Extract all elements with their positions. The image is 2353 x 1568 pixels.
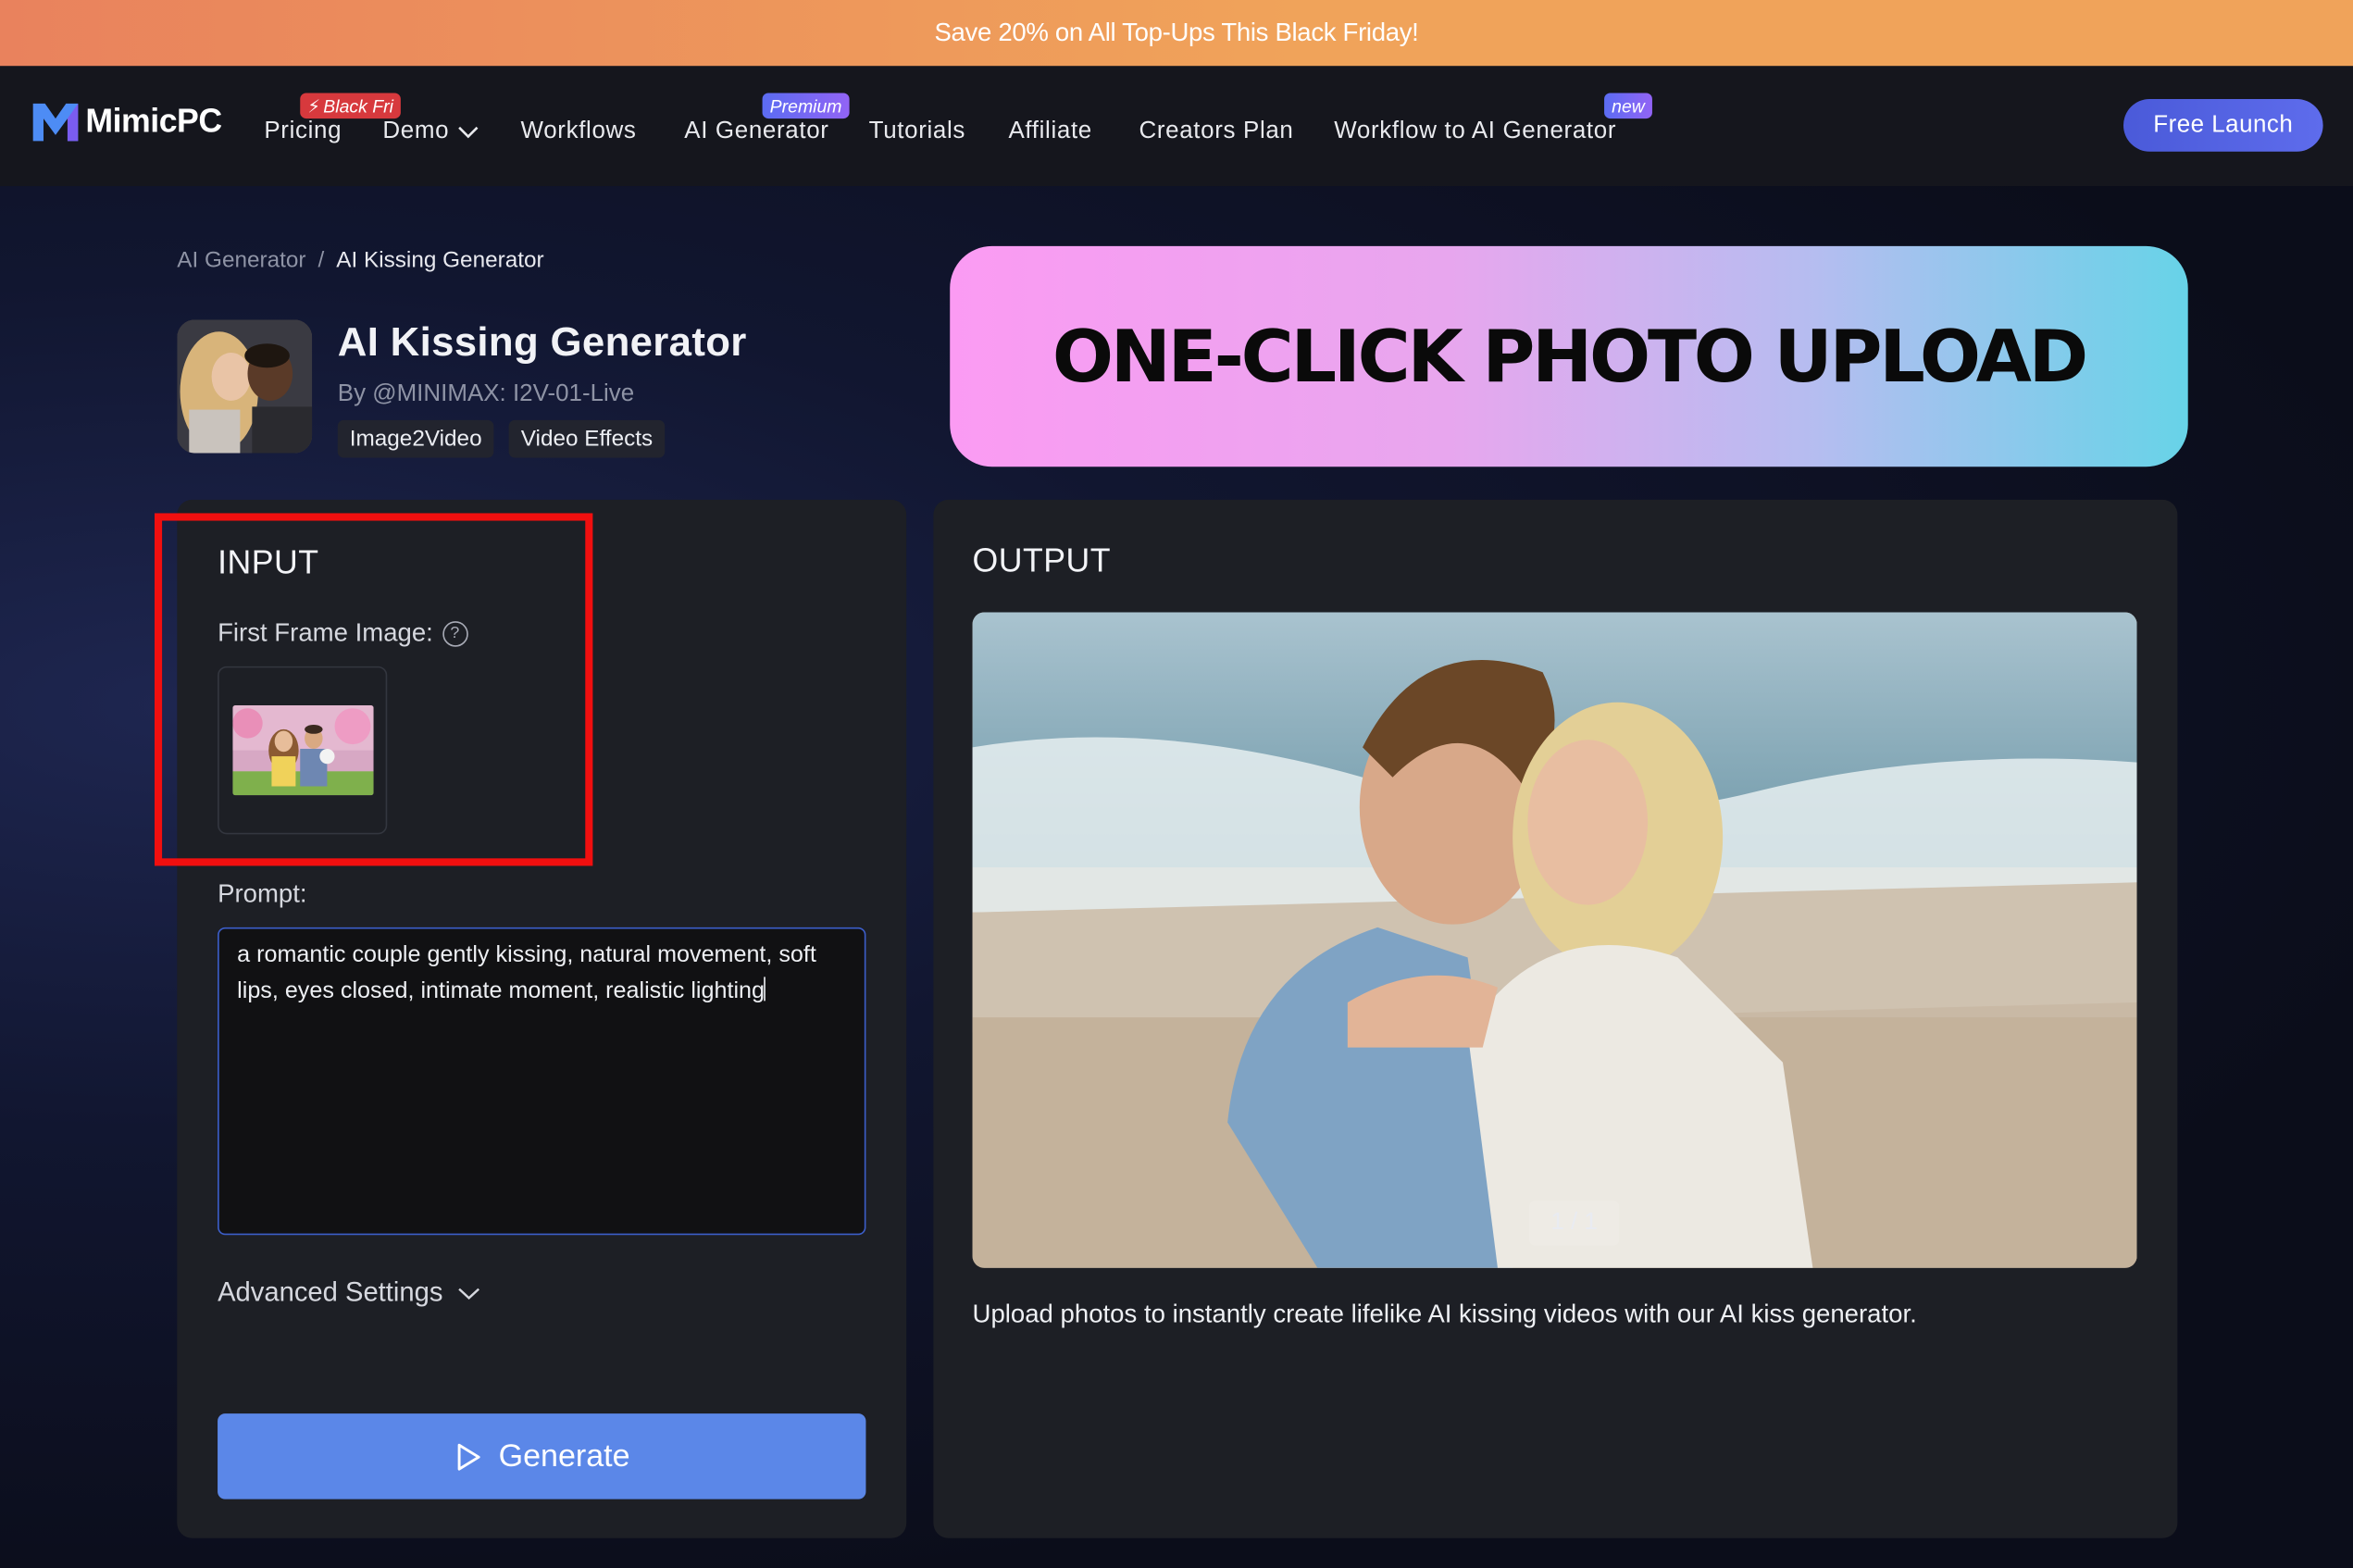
tag-list: Image2Video Video Effects — [337, 419, 666, 458]
hero-text: ONE-CLICK PHOTO UPLOAD — [1052, 314, 2088, 399]
output-title: OUTPUT — [972, 541, 1112, 579]
output-panel: OUTPUT 1 / 1 Upload photos to instantly … — [933, 499, 2178, 1538]
nav-pricing[interactable]: Pricing — [264, 118, 342, 145]
free-launch-button[interactable]: Free Launch — [2123, 98, 2323, 152]
nav-creators-plan[interactable]: Creators Plan — [1139, 118, 1293, 145]
top-nav: MimicPC ⚡ Black Fri Pricing Demo Workflow… — [0, 66, 2353, 187]
black-friday-badge: ⚡ Black Fri — [300, 93, 402, 119]
prompt-input[interactable]: a romantic couple gently kissing, natura… — [218, 927, 866, 1236]
breadcrumb-separator: / — [317, 247, 325, 274]
nav-workflows[interactable]: Workflows — [521, 118, 637, 145]
lightning-icon: ⚡ — [307, 94, 321, 117]
promo-text: Save 20% on All Top-Ups This Black Frida… — [934, 18, 1419, 47]
nav-workflow-to-ai-generator[interactable]: Workflow to AI Generator — [1334, 118, 1616, 145]
promo-banner[interactable]: Save 20% on All Top-Ups This Black Frida… — [0, 0, 2353, 67]
new-badge: new — [1604, 93, 1652, 119]
nav-ai-generator[interactable]: AI Generator — [684, 118, 828, 145]
nav-affiliate[interactable]: Affiliate — [1008, 118, 1091, 145]
breadcrumb-ai-generator[interactable]: AI Generator — [177, 247, 305, 273]
tag-image2video[interactable]: Image2Video — [337, 419, 494, 458]
highlight-box — [154, 513, 593, 866]
advanced-settings-toggle[interactable]: Advanced Settings — [218, 1277, 480, 1309]
breadcrumb-current: AI Kissing Generator — [336, 247, 544, 274]
generate-button[interactable]: Generate — [218, 1413, 866, 1500]
logo[interactable]: MimicPC — [30, 99, 222, 144]
mimicpc-logo-icon — [32, 103, 79, 142]
model-byline: By @MINIMAX: I2V-01-Live — [337, 380, 635, 407]
page-title: AI Kissing Generator — [337, 319, 747, 365]
tag-video-effects[interactable]: Video Effects — [508, 419, 666, 458]
premium-badge: Premium — [762, 93, 850, 119]
nav-tutorials[interactable]: Tutorials — [869, 118, 965, 145]
generator-thumbnail — [177, 319, 313, 454]
chevron-down-icon — [458, 1287, 480, 1300]
page: Save 20% on All Top-Ups This Black Frida… — [0, 0, 2353, 1568]
breadcrumb: AI Generator / AI Kissing Generator — [177, 247, 543, 273]
prompt-label: Prompt: — [218, 879, 307, 908]
play-icon — [457, 1442, 480, 1470]
hero-banner: ONE-CLICK PHOTO UPLOAD — [950, 245, 2188, 467]
text-caret — [764, 977, 766, 1002]
brand-name: MimicPC — [85, 102, 222, 140]
output-description: Upload photos to instantly create lifeli… — [972, 1299, 1917, 1328]
pager-indicator: 1 / 1 — [1529, 1200, 1620, 1246]
output-video-preview[interactable]: 1 / 1 — [972, 612, 2137, 1268]
nav-demo[interactable]: Demo — [382, 118, 479, 145]
chevron-down-icon — [458, 126, 479, 139]
